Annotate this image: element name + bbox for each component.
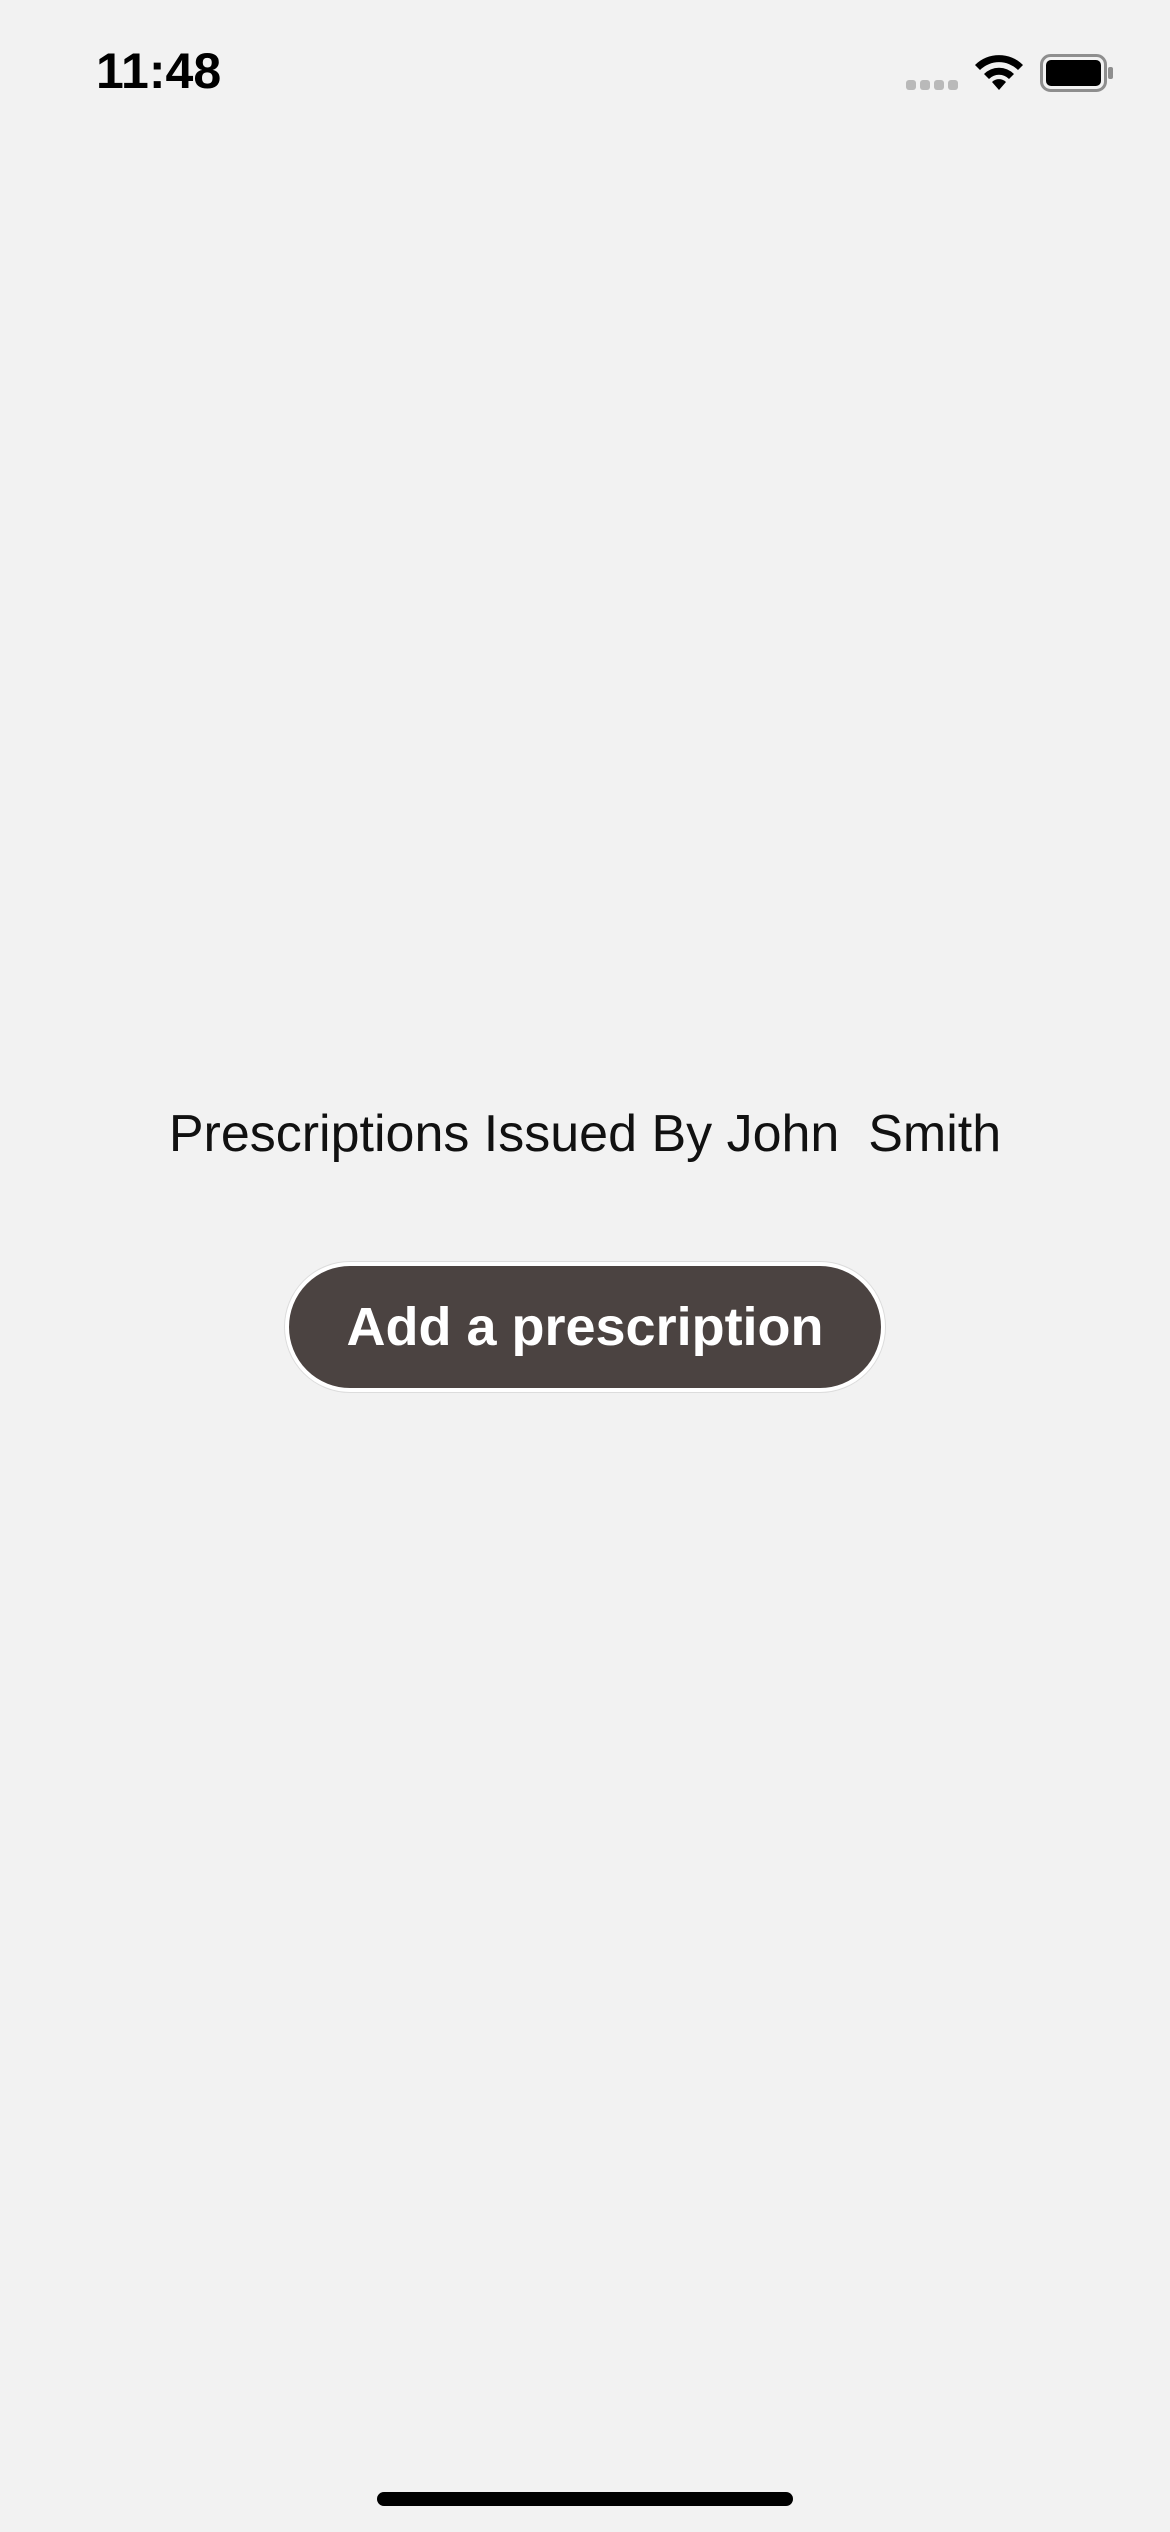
add-prescription-button[interactable]: Add a prescription xyxy=(285,1262,885,1392)
screen: 11:48 Prescriptions Issued By John Smith… xyxy=(0,0,1170,2532)
status-bar: 11:48 xyxy=(0,0,1170,140)
status-time: 11:48 xyxy=(96,43,222,99)
signal-icon xyxy=(906,80,962,92)
page-title: Prescriptions Issued By John Smith xyxy=(168,1105,1002,1163)
wifi-icon xyxy=(972,52,1026,94)
add-prescription-button-label: Add a prescription xyxy=(346,1297,824,1357)
battery-icon xyxy=(1040,54,1114,92)
home-indicator[interactable] xyxy=(377,2492,793,2506)
